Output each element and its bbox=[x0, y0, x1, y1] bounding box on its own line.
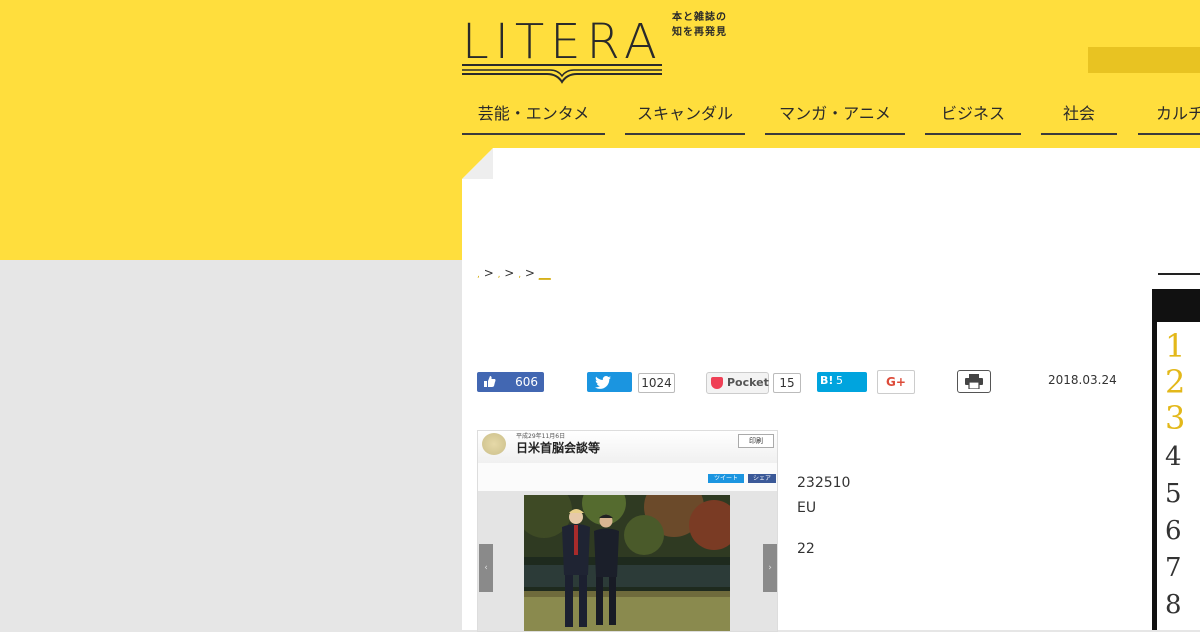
nav-item-culture[interactable]: カルチ bbox=[1138, 100, 1200, 135]
image-next-arrow: › bbox=[763, 544, 777, 592]
breadcrumb-link-subcategory[interactable]: , bbox=[518, 270, 521, 280]
tagline-line-1: 本と雑誌の bbox=[672, 12, 727, 23]
breadcrumb-separator: > bbox=[504, 266, 515, 280]
rank-number[interactable]: 6 bbox=[1165, 516, 1182, 546]
tagline-line-2: 知を再発見 bbox=[672, 27, 727, 38]
book-icon bbox=[462, 64, 662, 84]
rank-number[interactable]: 7 bbox=[1165, 553, 1182, 583]
breadcrumb-separator: > bbox=[483, 266, 494, 280]
image-print-button: 印刷 bbox=[738, 434, 774, 448]
google-plus-button[interactable]: G+ bbox=[877, 370, 915, 394]
emblem-icon bbox=[482, 433, 506, 455]
pocket-count: 15 bbox=[773, 373, 801, 393]
image-share-button: シェア bbox=[748, 474, 776, 483]
rank-number[interactable]: 8 bbox=[1165, 590, 1182, 620]
summit-photo bbox=[524, 495, 730, 631]
pocket-button[interactable]: Pocket bbox=[706, 372, 769, 394]
rank-number[interactable]: 1 bbox=[1165, 328, 1185, 364]
nav-item-entertainment[interactable]: 芸能・エンタメ bbox=[462, 100, 605, 135]
article-image[interactable]: 平成29年11月6日 日米首脳会談等 印刷 ツイート シェア ‹ › bbox=[477, 430, 778, 632]
site-logo[interactable]: LITERA 本と雑誌の 知を再発見 bbox=[462, 12, 742, 86]
ranking-divider bbox=[1158, 273, 1200, 275]
article-text-line-2: EU bbox=[797, 500, 817, 516]
breadcrumb-link-category[interactable]: , bbox=[498, 270, 501, 280]
breadcrumb-separator: > bbox=[524, 266, 535, 280]
printer-icon bbox=[965, 374, 983, 389]
pocket-icon bbox=[711, 377, 723, 389]
breadcrumb: , > , > , > __ bbox=[477, 266, 551, 280]
hatena-bookmark-button[interactable]: B! 5 bbox=[817, 372, 867, 392]
logo-tagline: 本と雑誌の 知を再発見 bbox=[672, 10, 727, 40]
article-date: 2018.03.24 bbox=[1048, 373, 1117, 387]
hatena-count: 5 bbox=[836, 374, 843, 387]
rank-number[interactable]: 3 bbox=[1165, 400, 1185, 436]
twitter-count: 1024 bbox=[638, 373, 675, 393]
facebook-like-button[interactable]: 606 bbox=[477, 372, 544, 392]
print-button[interactable] bbox=[957, 370, 991, 393]
nav-item-manga-anime[interactable]: マンガ・アニメ bbox=[765, 100, 905, 135]
image-tweet-button: ツイート bbox=[708, 474, 744, 483]
image-prev-arrow: ‹ bbox=[479, 544, 493, 592]
nav-item-business[interactable]: ビジネス bbox=[925, 100, 1021, 135]
breadcrumb-current[interactable]: __ bbox=[539, 266, 551, 280]
article-text-line-3: 22 bbox=[797, 541, 815, 557]
twitter-icon bbox=[595, 376, 611, 389]
twitter-share-button[interactable] bbox=[587, 372, 632, 392]
nav-item-society[interactable]: 社会 bbox=[1041, 100, 1117, 135]
rank-number[interactable]: 2 bbox=[1165, 364, 1185, 400]
pocket-label: Pocket bbox=[727, 376, 769, 389]
thumbs-up-icon bbox=[483, 375, 496, 391]
breadcrumb-link-home[interactable]: , bbox=[477, 270, 480, 280]
article-text-line-1: 232510 bbox=[797, 475, 851, 491]
nav-item-scandal[interactable]: スキャンダル bbox=[625, 100, 745, 135]
rank-number[interactable]: 4 bbox=[1165, 442, 1182, 472]
rank-number[interactable]: 5 bbox=[1165, 479, 1182, 509]
page-fold bbox=[462, 148, 493, 179]
facebook-count: 606 bbox=[515, 375, 538, 389]
image-title: 日米首脳会談等 bbox=[516, 441, 601, 455]
search-input[interactable] bbox=[1088, 47, 1200, 73]
hatena-icon: B! bbox=[820, 374, 834, 387]
